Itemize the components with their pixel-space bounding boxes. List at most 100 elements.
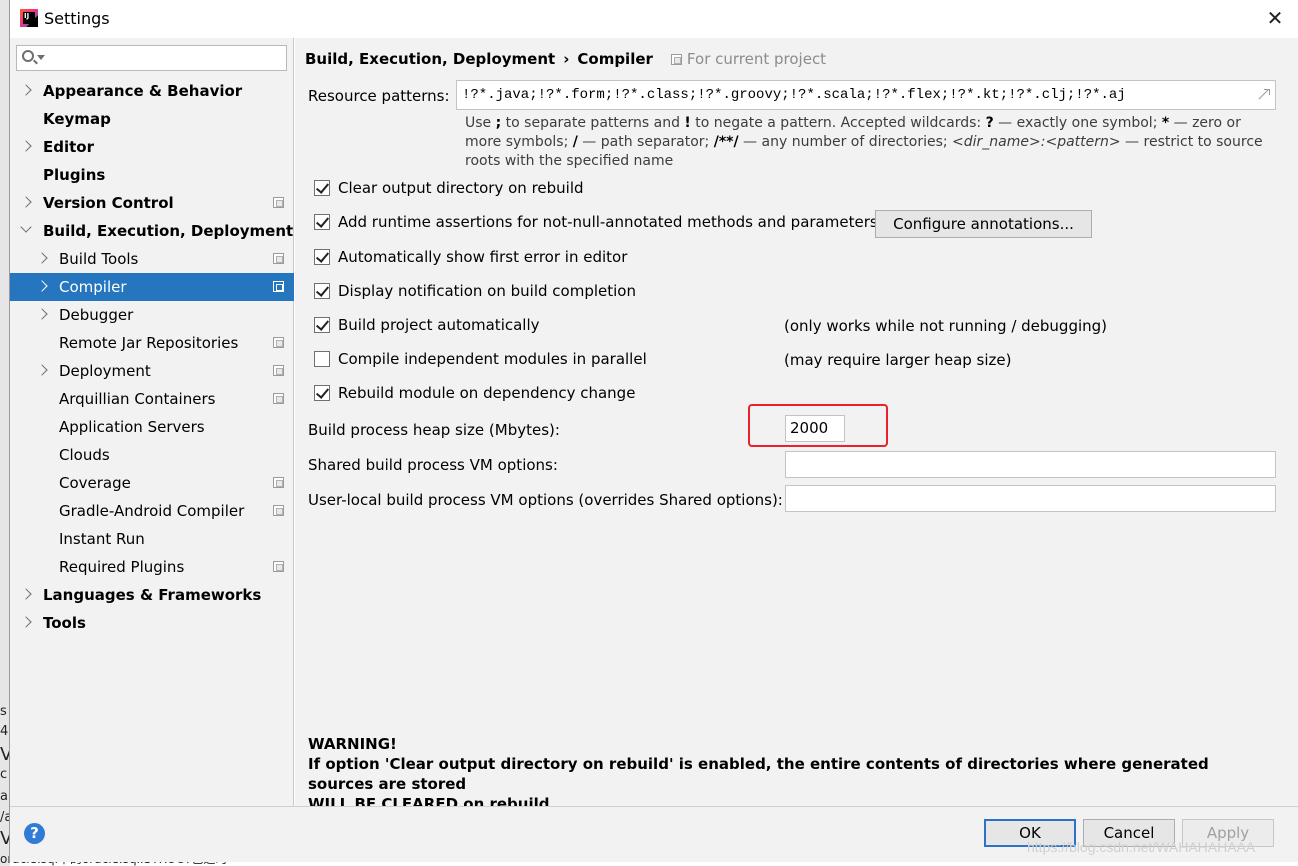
help-icon[interactable]: ? [24, 823, 45, 844]
hint-text: — exactly one symbol; [993, 115, 1162, 131]
chevron-right-icon[interactable] [20, 140, 32, 152]
heap-size-label: Build process heap size (Mbytes): [308, 421, 560, 439]
option-label[interactable]: Compile independent modules in parallel [338, 349, 647, 369]
project-scope-icon [273, 365, 284, 376]
chevron-right-icon[interactable] [36, 252, 48, 264]
option-checkbox[interactable] [314, 283, 330, 299]
title-bar: IJ Settings ✕ [10, 0, 1298, 38]
sidebar-item-label: Gradle-Android Compiler [59, 502, 245, 520]
sidebar-item-coverage[interactable]: Coverage [10, 469, 294, 497]
sidebar-item-instant-run[interactable]: Instant Run [10, 525, 294, 553]
sidebar-item-languages-frameworks[interactable]: Languages & Frameworks [10, 581, 294, 609]
option-label[interactable]: Clear output directory on rebuild [338, 178, 584, 198]
breadcrumb-separator: › [563, 50, 570, 68]
project-scope-icon [273, 561, 284, 572]
shared-vm-options-field[interactable] [785, 451, 1276, 478]
chevron-down-icon[interactable] [20, 221, 32, 233]
sidebar-item-label: Remote Jar Repositories [59, 334, 239, 352]
option-checkbox[interactable] [314, 351, 330, 367]
local-vm-options-label: User-local build process VM options (ove… [308, 491, 783, 509]
warning-message: WARNING! If option 'Clear output directo… [308, 734, 1278, 814]
chevron-right-icon[interactable] [20, 196, 32, 208]
option-note: (only works while not running / debuggin… [784, 317, 1108, 335]
sidebar-item-clouds[interactable]: Clouds [10, 441, 294, 469]
option-checkbox[interactable] [314, 214, 330, 230]
sidebar-item-label: Editor [43, 138, 94, 156]
warning-title: WARNING! [308, 735, 397, 753]
hint-text: — path separator; [577, 134, 714, 150]
sidebar-item-debugger[interactable]: Debugger [10, 301, 294, 329]
hint-text: to negate a pattern. Accepted wildcards: [690, 115, 986, 131]
chevron-right-icon[interactable] [20, 588, 32, 600]
chevron-right-icon[interactable] [20, 616, 32, 628]
search-box[interactable] [16, 45, 287, 71]
expand-field-icon[interactable] [1256, 88, 1270, 102]
local-vm-options-field[interactable] [785, 485, 1276, 512]
sidebar-item-compiler[interactable]: Compiler [10, 273, 294, 301]
sidebar-item-required-plugins[interactable]: Required Plugins [10, 553, 294, 581]
sidebar-item-version-control[interactable]: Version Control [10, 189, 294, 217]
sidebar-item-build-execution-deployment[interactable]: Build, Execution, Deployment [10, 217, 294, 245]
chevron-right-icon[interactable] [36, 364, 48, 376]
sidebar-item-label: Clouds [59, 446, 110, 464]
sidebar-item-label: Debugger [59, 306, 134, 324]
warning-body: If option 'Clear output directory on reb… [308, 755, 1209, 793]
sidebar-item-label: Deployment [59, 362, 151, 380]
option-checkbox[interactable] [314, 385, 330, 401]
project-scope-icon [273, 393, 284, 404]
sidebar-item-deployment[interactable]: Deployment [10, 357, 294, 385]
close-button[interactable]: ✕ [1252, 0, 1298, 38]
sidebar-item-application-servers[interactable]: Application Servers [10, 413, 294, 441]
sidebar-item-arquillian-containers[interactable]: Arquillian Containers [10, 385, 294, 413]
sidebar-item-label: Coverage [59, 474, 131, 492]
option-checkbox[interactable] [314, 180, 330, 196]
chevron-right-icon[interactable] [20, 84, 32, 96]
sidebar-item-label: Compiler [59, 278, 127, 296]
annotation-highlight [748, 404, 888, 447]
breadcrumb-parent[interactable]: Build, Execution, Deployment [305, 50, 555, 68]
compiler-settings-panel: Build, Execution, Deployment › Compiler For… [295, 38, 1298, 813]
chevron-right-icon[interactable] [36, 280, 48, 292]
option-label[interactable]: Rebuild module on dependency change [338, 383, 635, 403]
resource-patterns-field[interactable]: !?*.java;!?*.form;!?*.class;!?*.groovy;!… [456, 80, 1276, 110]
sidebar-item-label: Arquillian Containers [59, 390, 216, 408]
option-checkbox[interactable] [314, 317, 330, 333]
sidebar-item-label: Appearance & Behavior [43, 82, 243, 100]
sidebar-item-keymap[interactable]: Keymap [10, 105, 294, 133]
option-label[interactable]: Add runtime assertions for not-null-anno… [338, 212, 878, 232]
sidebar-item-appearance-behavior[interactable]: Appearance & Behavior [10, 77, 294, 105]
dialog-footer: ? OK Cancel Apply https://blog.csdn.net/… [10, 806, 1298, 862]
option-label[interactable]: Display notification on build completion [338, 281, 636, 301]
search-history-dropdown-icon[interactable] [37, 55, 45, 60]
option-label[interactable]: Build project automatically [338, 315, 540, 335]
project-scope-icon [273, 281, 284, 292]
breadcrumb: Build, Execution, Deployment › Compiler For… [305, 48, 826, 70]
settings-dialog: IJ Settings ✕ Appearance & Behavior Keyma… [9, 0, 1298, 862]
sidebar-item-editor[interactable]: Editor [10, 133, 294, 161]
configure-annotations-button[interactable]: Configure annotations... [875, 210, 1092, 238]
hint-text: — any number of directories; [738, 134, 953, 150]
watermark: https://blog.csdn.net/WAHAHAHAAA [1027, 839, 1256, 855]
sidebar-item-remote-jar-repositories[interactable]: Remote Jar Repositories [10, 329, 294, 357]
option-checkbox[interactable] [314, 249, 330, 265]
hint-token: /**/ [713, 134, 739, 150]
settings-sidebar: Appearance & Behavior Keymap Editor Plugins… [10, 38, 294, 806]
resource-patterns-value: !?*.java;!?*.form;!?*.class;!?*.groovy;!… [462, 87, 1126, 103]
hint-text: to separate patterns and [501, 115, 685, 131]
search-icon[interactable] [22, 50, 34, 62]
search-input[interactable] [47, 49, 283, 67]
chevron-right-icon[interactable] [36, 308, 48, 320]
project-scope-icon [273, 253, 284, 264]
option-note: (may require larger heap size) [784, 351, 1012, 369]
sidebar-item-tools[interactable]: Tools [10, 609, 294, 637]
option-label[interactable]: Automatically show first error in editor [338, 247, 627, 267]
sidebar-item-label: Languages & Frameworks [43, 586, 262, 604]
project-scope-icon [273, 477, 284, 488]
sidebar-item-plugins[interactable]: Plugins [10, 161, 294, 189]
sidebar-item-label: Required Plugins [59, 558, 185, 576]
breadcrumb-current: Compiler [577, 50, 653, 68]
sidebar-item-build-tools[interactable]: Build Tools [10, 245, 294, 273]
hint-token: ? [985, 115, 994, 131]
sidebar-item-gradle-android-compiler[interactable]: Gradle-Android Compiler [10, 497, 294, 525]
sidebar-item-label: Plugins [43, 166, 106, 184]
